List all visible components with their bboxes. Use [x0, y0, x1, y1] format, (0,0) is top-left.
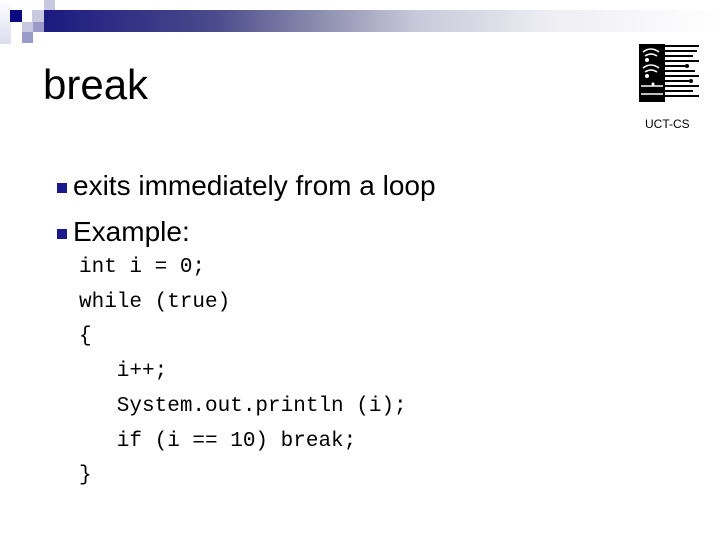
decor-square [22, 32, 33, 43]
code-line: while (true) [79, 290, 231, 314]
decor-square [10, 10, 22, 22]
bullet-text: Example: [73, 216, 190, 247]
decor-square [33, 22, 44, 32]
bullet-item: exits immediately from a loop [57, 163, 436, 209]
bullet-square-icon [57, 229, 67, 239]
code-line: if (i == 10) break; [79, 429, 357, 453]
code-line: System.out.println (i); [79, 394, 407, 418]
logo-caption: UCT-CS [645, 117, 690, 131]
decor-square [0, 0, 11, 44]
header-gradient-bar [44, 10, 720, 32]
bullet-text: exits immediately from a loop [73, 170, 436, 201]
code-line: int i = 0; [79, 256, 206, 279]
bullet-square-icon [57, 183, 67, 193]
bullet-item: Example: [57, 209, 436, 255]
decor-square [32, 10, 44, 22]
code-line: } [79, 464, 92, 488]
code-block: int i = 0; while (true) { i++; System.out.… [79, 251, 407, 494]
code-line: i++; [79, 360, 168, 384]
slide-title: break [43, 61, 149, 108]
code-line: { [79, 325, 92, 349]
uct-cs-logo-icon [637, 42, 703, 104]
bullet-list: exits immediately from a loop Example: [57, 163, 436, 255]
